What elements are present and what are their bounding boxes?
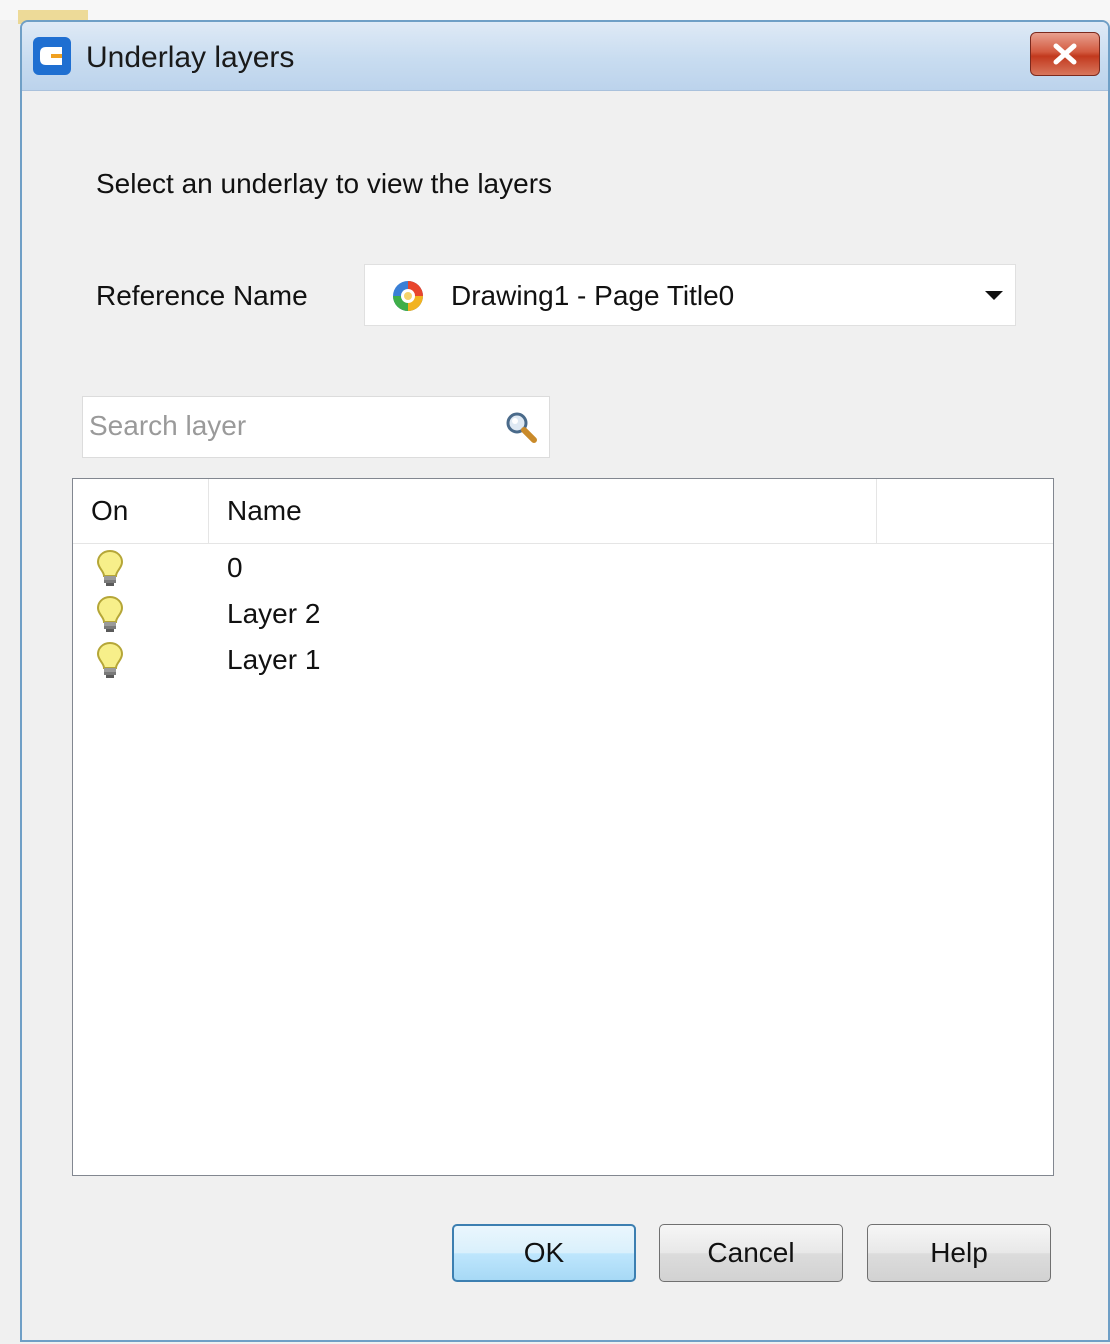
title-bar[interactable]: Underlay layers (22, 22, 1108, 91)
underlay-layers-dialog: Underlay layers Select an underlay to vi… (20, 20, 1110, 1342)
reference-name-label: Reference Name (96, 280, 308, 311)
magnifier-icon[interactable] (503, 409, 539, 445)
layer-name: 0 (227, 552, 243, 583)
help-button[interactable]: Help (867, 1224, 1051, 1282)
column-header-name[interactable]: Name (209, 479, 877, 543)
close-icon (1053, 43, 1077, 65)
layer-name: Layer 2 (227, 598, 321, 629)
reference-name-value: Drawing1 - Page Title0 (451, 280, 735, 311)
table-row[interactable]: Layer 1 (73, 637, 1053, 683)
table-row[interactable]: Layer 2 (73, 591, 1053, 637)
layer-list[interactable]: On Name 0 Layer 2 Layer 1 (72, 478, 1054, 1176)
table-header: On Name (73, 479, 1053, 544)
column-header-on[interactable]: On (73, 479, 209, 543)
lightbulb-on-icon[interactable] (95, 549, 125, 589)
drawing-reference-icon (393, 281, 423, 311)
ok-button[interactable]: OK (452, 1224, 636, 1282)
desktop-background (0, 0, 1110, 24)
column-header-blank[interactable] (877, 479, 1053, 543)
layer-rows: 0 Layer 2 Layer 1 (73, 545, 1053, 683)
chevron-down-icon[interactable] (985, 291, 1003, 300)
instruction-text: Select an underlay to view the layers (96, 168, 553, 199)
table-row[interactable]: 0 (73, 545, 1053, 591)
app-logo-icon (33, 37, 71, 75)
close-button[interactable] (1030, 32, 1100, 76)
search-layer-box[interactable] (82, 396, 550, 458)
reference-name-dropdown[interactable]: Drawing1 - Page Title0 (364, 264, 1016, 326)
lightbulb-on-icon[interactable] (95, 641, 125, 681)
lightbulb-on-icon[interactable] (95, 595, 125, 635)
cancel-button[interactable]: Cancel (659, 1224, 843, 1282)
layer-name: Layer 1 (227, 644, 321, 675)
window-title: Underlay layers (86, 41, 295, 74)
search-layer-input[interactable] (83, 397, 489, 455)
